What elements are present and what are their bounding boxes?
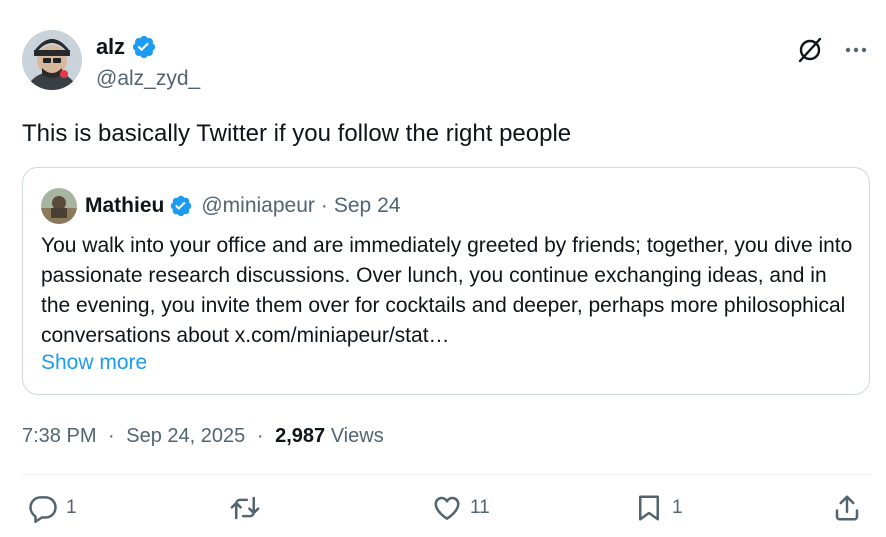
grok-icon[interactable]	[796, 36, 824, 64]
quoted-author-handle[interactable]: @miniapeur	[201, 194, 315, 218]
author-avatar[interactable]	[22, 30, 82, 90]
show-more-link[interactable]: Show more	[41, 351, 147, 375]
heart-icon	[434, 496, 460, 520]
share-button[interactable]	[832, 493, 862, 523]
quoted-tweet-header: Mathieu @miniapeur · Sep 24	[41, 188, 400, 224]
bookmark-count: 1	[672, 497, 683, 518]
reply-icon	[29, 496, 57, 523]
author-name-row: alz	[96, 34, 157, 60]
bookmark-icon	[639, 495, 659, 521]
retweet-icon	[230, 496, 260, 520]
author-display-name[interactable]: alz	[96, 34, 125, 60]
reply-button[interactable]: 1	[28, 493, 77, 523]
quoted-verified-badge-icon	[169, 194, 193, 218]
verified-badge-icon[interactable]	[131, 34, 157, 60]
quoted-tweet-text: You walk into your office and are immedi…	[41, 234, 853, 347]
quoted-tweet[interactable]: Mathieu @miniapeur · Sep 24 You walk int…	[22, 167, 870, 395]
bookmark-button[interactable]: 1	[634, 493, 683, 523]
header-actions	[796, 36, 870, 64]
views-count[interactable]: 2,987	[275, 425, 325, 447]
more-icon[interactable]	[842, 36, 870, 64]
meta-separator: ·	[108, 425, 115, 447]
meta-separator: ·	[256, 425, 264, 447]
tweet-date[interactable]: Sep 24, 2025	[126, 425, 245, 447]
tweet-text: This is basically Twitter if you follow …	[22, 120, 572, 147]
quoted-separator: ·	[320, 194, 328, 217]
tweet-meta: 7:38 PM · Sep 24, 2025 · 2,987 Views	[22, 425, 384, 448]
like-button[interactable]: 11	[432, 493, 490, 523]
tweet-header: alz @alz_zyd_	[22, 30, 872, 92]
share-icon	[835, 495, 859, 521]
retweet-button[interactable]	[230, 493, 268, 523]
quoted-author-name[interactable]: Mathieu	[85, 194, 164, 218]
action-bar: 1 11 1	[22, 493, 872, 533]
views-label[interactable]: Views	[331, 425, 384, 447]
reply-count: 1	[66, 497, 77, 518]
divider	[22, 474, 872, 475]
author-handle[interactable]: @alz_zyd_	[96, 67, 200, 91]
like-count: 11	[470, 497, 490, 518]
tweet-time[interactable]: 7:38 PM	[22, 425, 96, 447]
quoted-author-avatar[interactable]	[41, 188, 77, 224]
quoted-date[interactable]: Sep 24	[334, 194, 401, 218]
